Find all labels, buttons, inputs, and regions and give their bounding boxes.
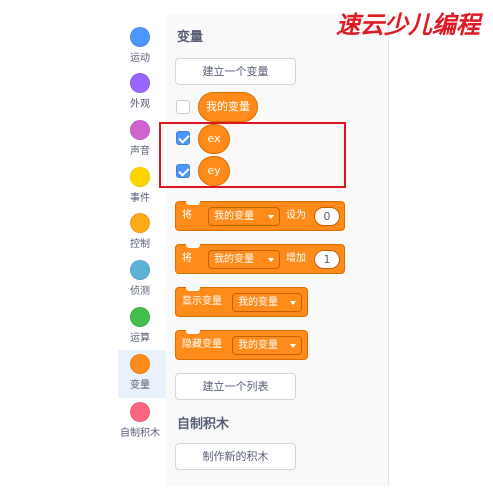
sensing-icon bbox=[130, 260, 150, 280]
variables-icon bbox=[130, 354, 150, 374]
category-label: 控制 bbox=[130, 239, 150, 250]
variable-dropdown[interactable]: 我的变量 bbox=[208, 207, 280, 226]
my-blocks-icon bbox=[130, 402, 150, 422]
chevron-down-icon bbox=[290, 301, 296, 305]
variable-dropdown[interactable]: 我的变量 bbox=[208, 250, 280, 269]
control-icon bbox=[130, 213, 150, 233]
chevron-down-icon bbox=[290, 344, 296, 348]
chevron-down-icon bbox=[268, 215, 274, 219]
category-label: 外观 bbox=[130, 99, 150, 110]
category-looks[interactable]: 外观 bbox=[118, 73, 166, 119]
category-label: 事件 bbox=[130, 193, 150, 204]
set-variable-block[interactable]: 将 我的变量 设为 0 bbox=[175, 201, 345, 231]
block-label: 将 bbox=[182, 253, 192, 264]
sound-icon bbox=[130, 120, 150, 140]
looks-icon bbox=[130, 73, 150, 93]
hide-variable-block[interactable]: 隐藏变量 我的变量 bbox=[175, 330, 308, 360]
block-label: 显示变量 bbox=[182, 296, 222, 307]
variables-section-title: 变量 bbox=[177, 30, 204, 45]
category-sidebar: 运动 外观 声音 事件 控制 侦测 运算 变量 自制积木 bbox=[118, 14, 167, 486]
block-label: 设为 bbox=[286, 210, 306, 221]
category-label: 声音 bbox=[130, 146, 150, 157]
category-label: 变量 bbox=[130, 380, 150, 391]
chevron-down-icon bbox=[268, 258, 274, 262]
category-motion[interactable]: 运动 bbox=[118, 27, 166, 73]
dropdown-value: 我的变量 bbox=[214, 211, 254, 222]
make-variable-button[interactable]: 建立一个变量 bbox=[175, 58, 296, 85]
category-variables[interactable]: 变量 bbox=[118, 350, 166, 398]
highlight-box bbox=[159, 122, 346, 188]
variable-reporter-my-variable[interactable]: 我的变量 bbox=[198, 92, 258, 122]
block-palette: 变量 建立一个变量 我的变量 ex ey 将 我的变量 设为 0 将 我的变量 … bbox=[166, 14, 389, 486]
brand-logo: 速云少儿编程 bbox=[336, 10, 484, 39]
category-operators[interactable]: 运算 bbox=[118, 307, 166, 353]
block-label: 增加 bbox=[286, 253, 306, 264]
variable-dropdown[interactable]: 我的变量 bbox=[232, 293, 302, 312]
change-variable-block[interactable]: 将 我的变量 增加 1 bbox=[175, 244, 345, 274]
dropdown-value: 我的变量 bbox=[214, 254, 254, 265]
category-label: 自制积木 bbox=[120, 428, 160, 439]
value-input[interactable]: 1 bbox=[314, 250, 340, 269]
make-block-button[interactable]: 制作新的积木 bbox=[175, 443, 296, 470]
block-label: 隐藏变量 bbox=[182, 339, 222, 350]
operators-icon bbox=[130, 307, 150, 327]
dropdown-value: 我的变量 bbox=[238, 340, 278, 351]
variable-checkbox-my-variable[interactable] bbox=[176, 100, 190, 114]
variable-dropdown[interactable]: 我的变量 bbox=[232, 336, 302, 355]
category-my-blocks[interactable]: 自制积木 bbox=[118, 402, 166, 448]
show-variable-block[interactable]: 显示变量 我的变量 bbox=[175, 287, 308, 317]
logo-text: 速云少儿编程 bbox=[336, 10, 484, 39]
category-label: 运算 bbox=[130, 333, 150, 344]
motion-icon bbox=[130, 27, 150, 47]
category-sensing[interactable]: 侦测 bbox=[118, 260, 166, 306]
category-control[interactable]: 控制 bbox=[118, 213, 166, 259]
make-list-button[interactable]: 建立一个列表 bbox=[175, 373, 296, 400]
dropdown-value: 我的变量 bbox=[238, 297, 278, 308]
value-input[interactable]: 0 bbox=[314, 207, 340, 226]
category-label: 侦测 bbox=[130, 286, 150, 297]
my-blocks-section-title: 自制积木 bbox=[177, 417, 230, 432]
events-icon bbox=[130, 167, 150, 187]
category-label: 运动 bbox=[130, 53, 150, 64]
block-label: 将 bbox=[182, 210, 192, 221]
